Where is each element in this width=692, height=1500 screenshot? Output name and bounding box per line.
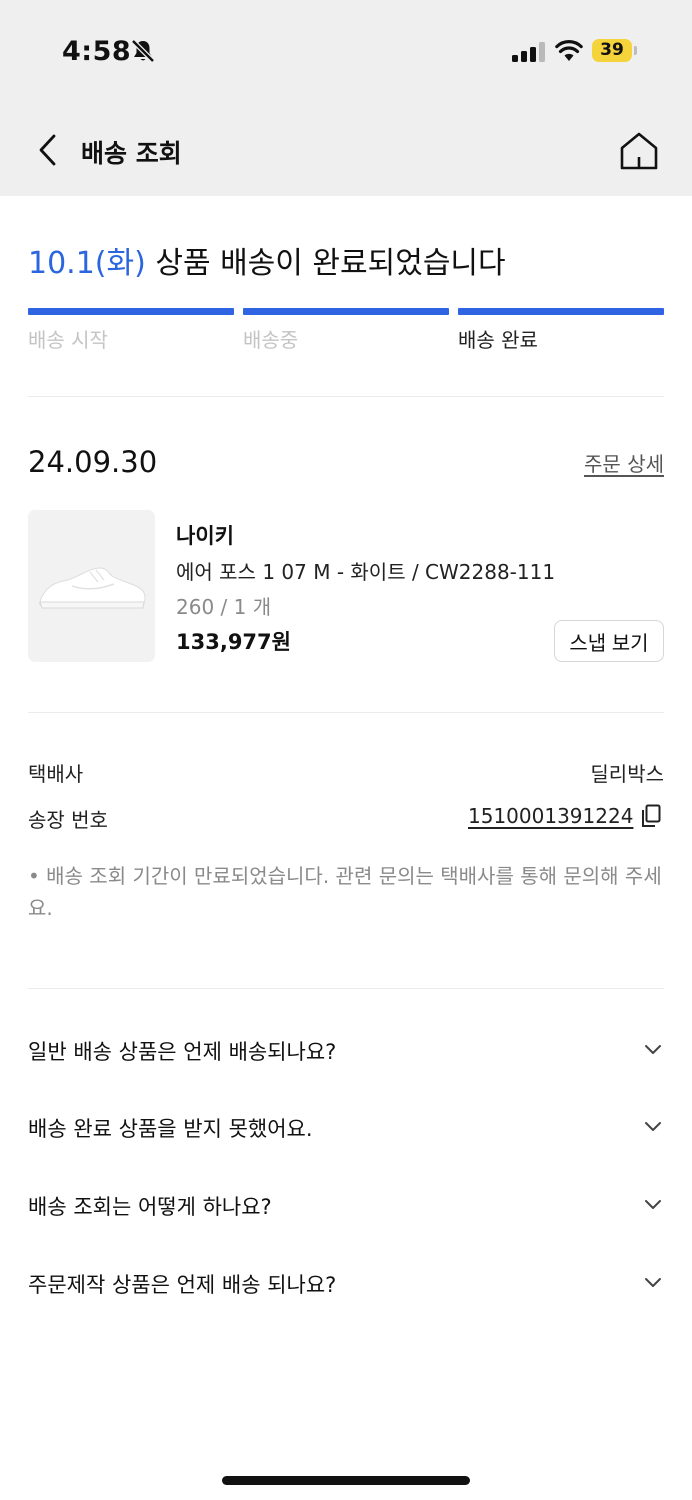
chevron-down-icon <box>645 1200 661 1209</box>
order-date: 24.09.30 <box>28 445 158 479</box>
delivery-date: 10.1(화) <box>28 246 146 281</box>
faq-item[interactable]: 주문제작 상품은 언제 배송 되나요? <box>28 1269 664 1309</box>
battery-indicator: 39 <box>592 39 632 62</box>
faq-question: 일반 배송 상품은 언제 배송되나요? <box>28 1040 337 1064</box>
home-icon[interactable] <box>618 130 660 172</box>
product-brand: 나이키 <box>176 524 234 548</box>
product-image[interactable] <box>28 510 155 662</box>
faq-question: 배송 완료 상품을 받지 못했어요. <box>28 1117 313 1141</box>
tracking-number-link[interactable]: 1510001391224 <box>468 804 633 828</box>
faq-item[interactable]: 일반 배송 상품은 언제 배송되나요? <box>28 1036 664 1076</box>
step-label-in-transit: 배송중 <box>243 328 299 352</box>
sneaker-image <box>39 567 146 609</box>
copy-icon[interactable] <box>640 804 662 828</box>
divider <box>28 988 664 989</box>
carrier-value: 딜리박스 <box>590 762 664 786</box>
step-label-complete: 배송 완료 <box>458 328 538 352</box>
wifi-icon <box>555 40 583 61</box>
page-title: 배송 조회 <box>81 139 182 168</box>
step-label-start: 배송 시작 <box>28 328 108 352</box>
snap-view-button[interactable]: 스냅 보기 <box>554 620 664 662</box>
carrier-label: 택배사 <box>28 762 84 786</box>
product-price: 133,977원 <box>176 630 291 654</box>
home-indicator[interactable] <box>222 1476 470 1485</box>
notice-text: • 배송 조회 기간이 만료되었습니다. 관련 문의는 택배사를 통해 문의해 … <box>28 864 662 920</box>
progress-segment-1 <box>28 308 234 315</box>
faq-question: 배송 조회는 어떻게 하나요? <box>28 1195 272 1219</box>
tracking-number-label: 송장 번호 <box>28 808 108 832</box>
back-arrow-icon[interactable] <box>34 133 64 167</box>
chevron-down-icon <box>645 1045 661 1054</box>
chevron-down-icon <box>645 1122 661 1131</box>
status-time: 4:58 <box>62 36 132 67</box>
cellular-signal-icon <box>512 42 545 62</box>
faq-item[interactable]: 배송 조회는 어떻게 하나요? <box>28 1191 664 1231</box>
progress-segment-3 <box>458 308 664 315</box>
faq-question: 주문제작 상품은 언제 배송 되나요? <box>28 1273 337 1297</box>
divider <box>28 396 664 397</box>
faq-item[interactable]: 배송 완료 상품을 받지 못했어요. <box>28 1113 664 1153</box>
bell-muted-icon <box>131 39 155 63</box>
product-name[interactable]: 에어 포스 1 07 M - 화이트 / CW2288-111 <box>176 556 555 585</box>
divider <box>28 712 664 713</box>
delivery-status-headline: 10.1(화) 상품 배송이 완료되었습니다 <box>28 238 506 282</box>
order-detail-link[interactable]: 주문 상세 <box>584 448 664 477</box>
progress-segment-2 <box>243 308 449 315</box>
chevron-down-icon <box>645 1278 661 1287</box>
product-option: 260 / 1 개 <box>176 595 272 619</box>
battery-nub <box>634 46 637 55</box>
delivery-status-text: 상품 배송이 완료되었습니다 <box>145 246 506 281</box>
